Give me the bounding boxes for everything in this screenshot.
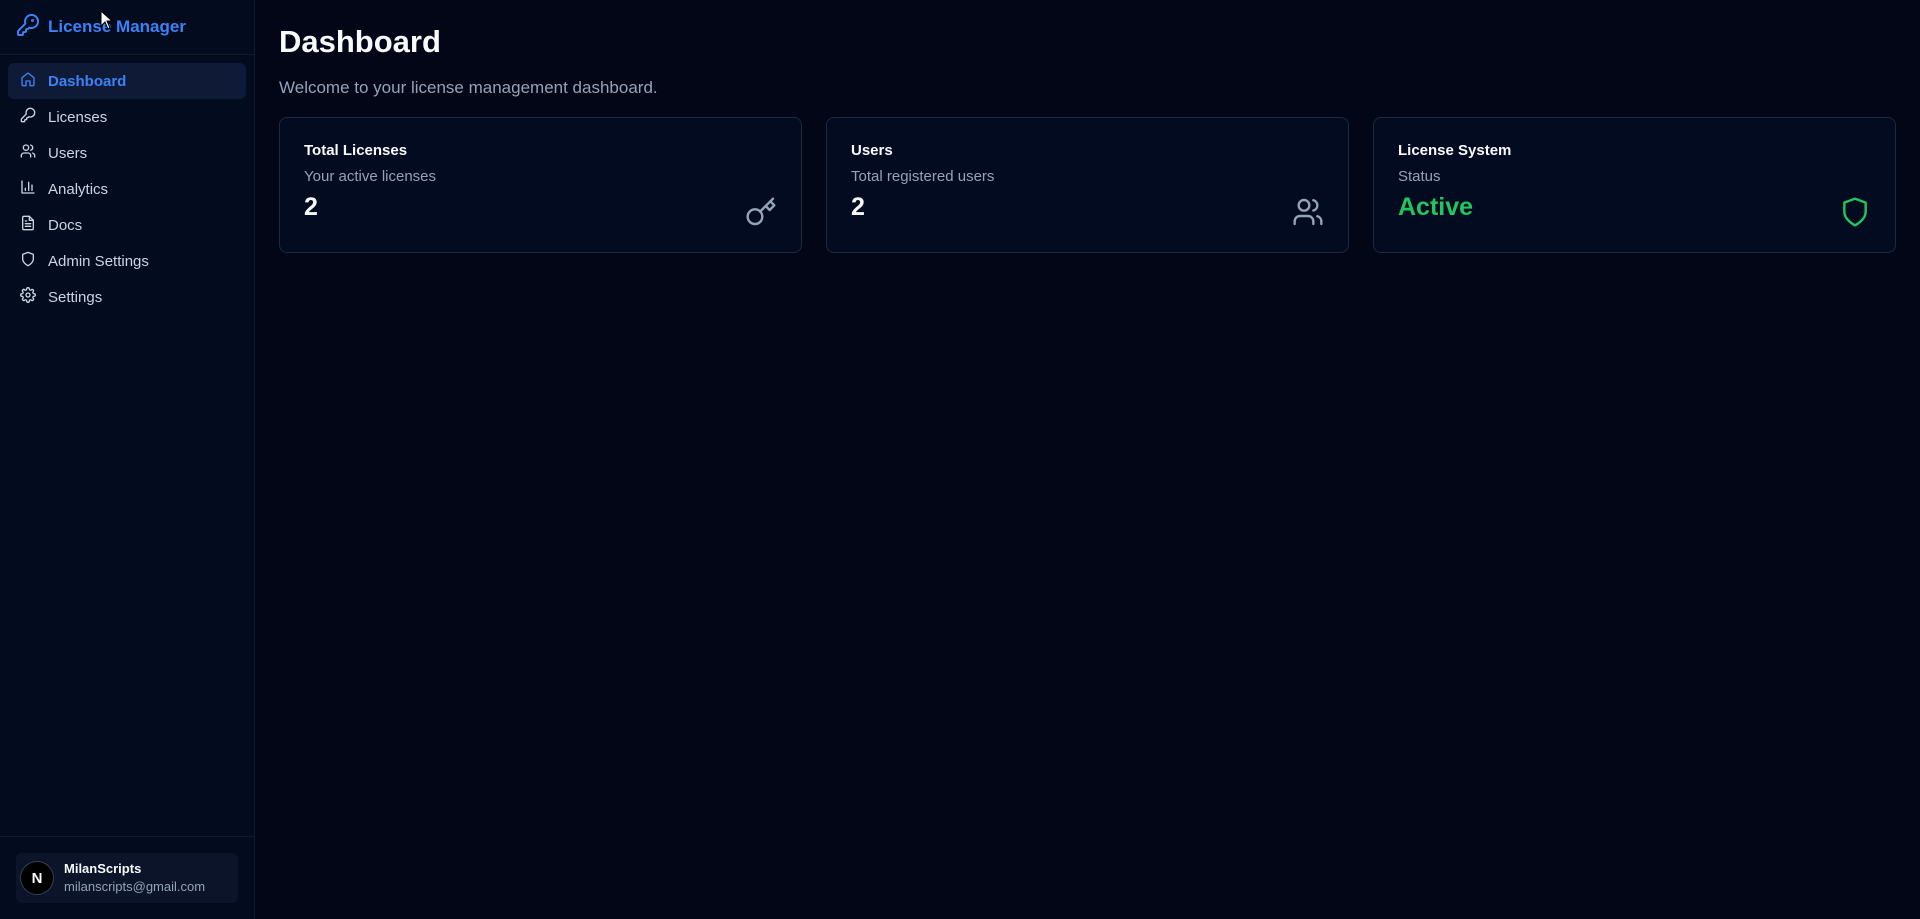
- card-license-system: License System Status Active: [1373, 117, 1896, 253]
- sidebar-item-dashboard[interactable]: Dashboard: [8, 63, 246, 99]
- shield-icon: [1839, 196, 1871, 228]
- card-total-licenses: Total Licenses Your active licenses 2: [279, 117, 802, 253]
- main-content: Dashboard Welcome to your license manage…: [255, 0, 1920, 919]
- card-value: 2: [851, 193, 865, 221]
- key-icon: [745, 196, 777, 228]
- sidebar-item-licenses[interactable]: Licenses: [8, 99, 246, 135]
- page-title: Dashboard: [279, 24, 441, 59]
- user-card[interactable]: N MilanScripts milanscripts@gmail.com: [16, 853, 238, 903]
- home-icon: [20, 71, 36, 91]
- sidebar-item-label: Analytics: [48, 180, 109, 198]
- sidebar: License Manager Dashboard Licenses Users: [0, 0, 255, 919]
- stats-cards: Total Licenses Your active licenses 2 Us…: [279, 117, 1896, 253]
- bar-chart-icon: [20, 179, 36, 199]
- card-description: Status: [1398, 168, 1441, 185]
- card-description: Total registered users: [851, 168, 995, 185]
- sidebar-item-label: Licenses: [48, 108, 108, 126]
- card-title: Users: [851, 142, 893, 159]
- gear-icon: [20, 287, 36, 307]
- sidebar-item-users[interactable]: Users: [8, 135, 246, 171]
- page-subtitle: Welcome to your license management dashb…: [279, 78, 658, 97]
- card-value: 2: [304, 193, 318, 221]
- app-root: License Manager Dashboard Licenses Users: [0, 0, 1920, 919]
- sidebar-item-settings[interactable]: Settings: [8, 279, 246, 315]
- card-title: License System: [1398, 142, 1512, 159]
- card-users: Users Total registered users 2: [826, 117, 1349, 253]
- sidebar-item-label: Users: [48, 144, 88, 162]
- card-description: Your active licenses: [304, 168, 437, 185]
- sidebar-item-docs[interactable]: Docs: [8, 207, 246, 243]
- sidebar-item-label: Admin Settings: [48, 252, 149, 270]
- brand-name: License Manager: [48, 17, 186, 36]
- sidebar-item-label: Settings: [48, 288, 103, 306]
- user-area: N MilanScripts milanscripts@gmail.com: [0, 836, 254, 919]
- users-icon: [1292, 196, 1324, 228]
- sidebar-item-analytics[interactable]: Analytics: [8, 171, 246, 207]
- user-name: MilanScripts: [64, 861, 142, 876]
- mouse-cursor-icon: [100, 10, 114, 30]
- status-value: Active: [1398, 193, 1474, 221]
- users-icon: [20, 143, 36, 163]
- avatar: N: [20, 861, 54, 895]
- user-info: MilanScripts milanscripts@gmail.com: [64, 860, 205, 896]
- sidebar-item-admin-settings[interactable]: Admin Settings: [8, 243, 246, 279]
- key-icon: [16, 13, 40, 42]
- card-title: Total Licenses: [304, 142, 408, 159]
- brand[interactable]: License Manager: [0, 0, 254, 55]
- sidebar-nav: Dashboard Licenses Users Analytics Docs …: [0, 55, 254, 323]
- shield-icon: [20, 251, 36, 271]
- file-text-icon: [20, 215, 36, 235]
- sidebar-item-label: Docs: [48, 216, 83, 234]
- sidebar-item-label: Dashboard: [48, 72, 127, 90]
- key-icon: [20, 107, 36, 127]
- user-email: milanscripts@gmail.com: [64, 879, 206, 894]
